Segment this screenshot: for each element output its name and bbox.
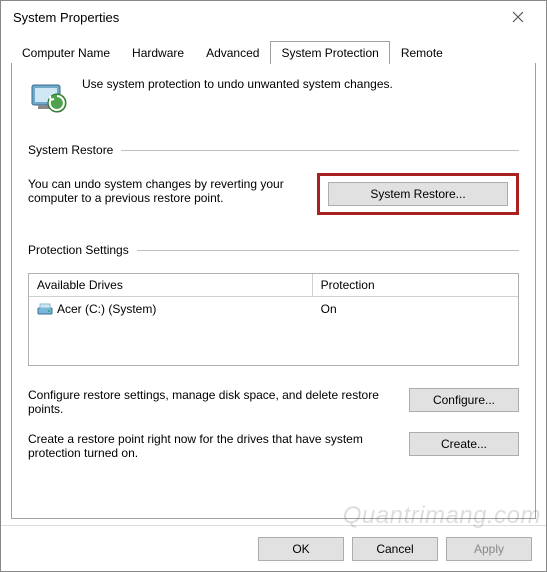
create-description: Create a restore point right now for the… — [28, 432, 391, 460]
restore-description: You can undo system changes by reverting… — [28, 173, 299, 205]
tab-remote[interactable]: Remote — [390, 41, 454, 64]
tab-panel-system-protection: Use system protection to undo unwanted s… — [11, 63, 536, 519]
tab-hardware[interactable]: Hardware — [121, 41, 195, 64]
tab-advanced[interactable]: Advanced — [195, 41, 270, 64]
close-icon — [512, 11, 524, 23]
close-button[interactable] — [498, 3, 538, 31]
group-system-restore: System Restore — [28, 143, 519, 157]
tab-computer-name[interactable]: Computer Name — [11, 41, 121, 64]
drive-name: Acer (C:) (System) — [57, 302, 156, 316]
apply-button[interactable]: Apply — [446, 537, 532, 561]
intro-text: Use system protection to undo unwanted s… — [82, 77, 393, 91]
titlebar: System Properties — [1, 1, 546, 33]
window-title: System Properties — [13, 10, 498, 25]
col-protection[interactable]: Protection — [313, 274, 518, 296]
drives-table: Available Drives Protection Acer (C:) (S… — [28, 273, 519, 366]
group-label-protection: Protection Settings — [28, 243, 129, 257]
configure-button[interactable]: Configure... — [409, 388, 519, 412]
system-protection-icon — [28, 77, 68, 117]
drive-icon — [37, 302, 53, 316]
cancel-button[interactable]: Cancel — [352, 537, 438, 561]
restore-highlight: System Restore... — [317, 173, 519, 215]
tab-strip: Computer Name Hardware Advanced System P… — [1, 33, 546, 63]
system-restore-button[interactable]: System Restore... — [328, 182, 508, 206]
create-button[interactable]: Create... — [409, 432, 519, 456]
col-available-drives[interactable]: Available Drives — [29, 274, 313, 296]
dialog-button-bar: OK Cancel Apply — [1, 525, 546, 571]
table-header: Available Drives Protection — [29, 274, 518, 297]
group-label-restore: System Restore — [28, 143, 113, 157]
intro-row: Use system protection to undo unwanted s… — [28, 77, 519, 117]
tab-system-protection[interactable]: System Protection — [270, 41, 389, 64]
drive-protection-value: On — [313, 297, 518, 321]
table-row[interactable]: Acer (C:) (System) On — [29, 297, 518, 321]
ok-button[interactable]: OK — [258, 537, 344, 561]
configure-description: Configure restore settings, manage disk … — [28, 388, 391, 416]
system-properties-window: System Properties Computer Name Hardware… — [0, 0, 547, 572]
group-protection-settings: Protection Settings — [28, 243, 519, 257]
